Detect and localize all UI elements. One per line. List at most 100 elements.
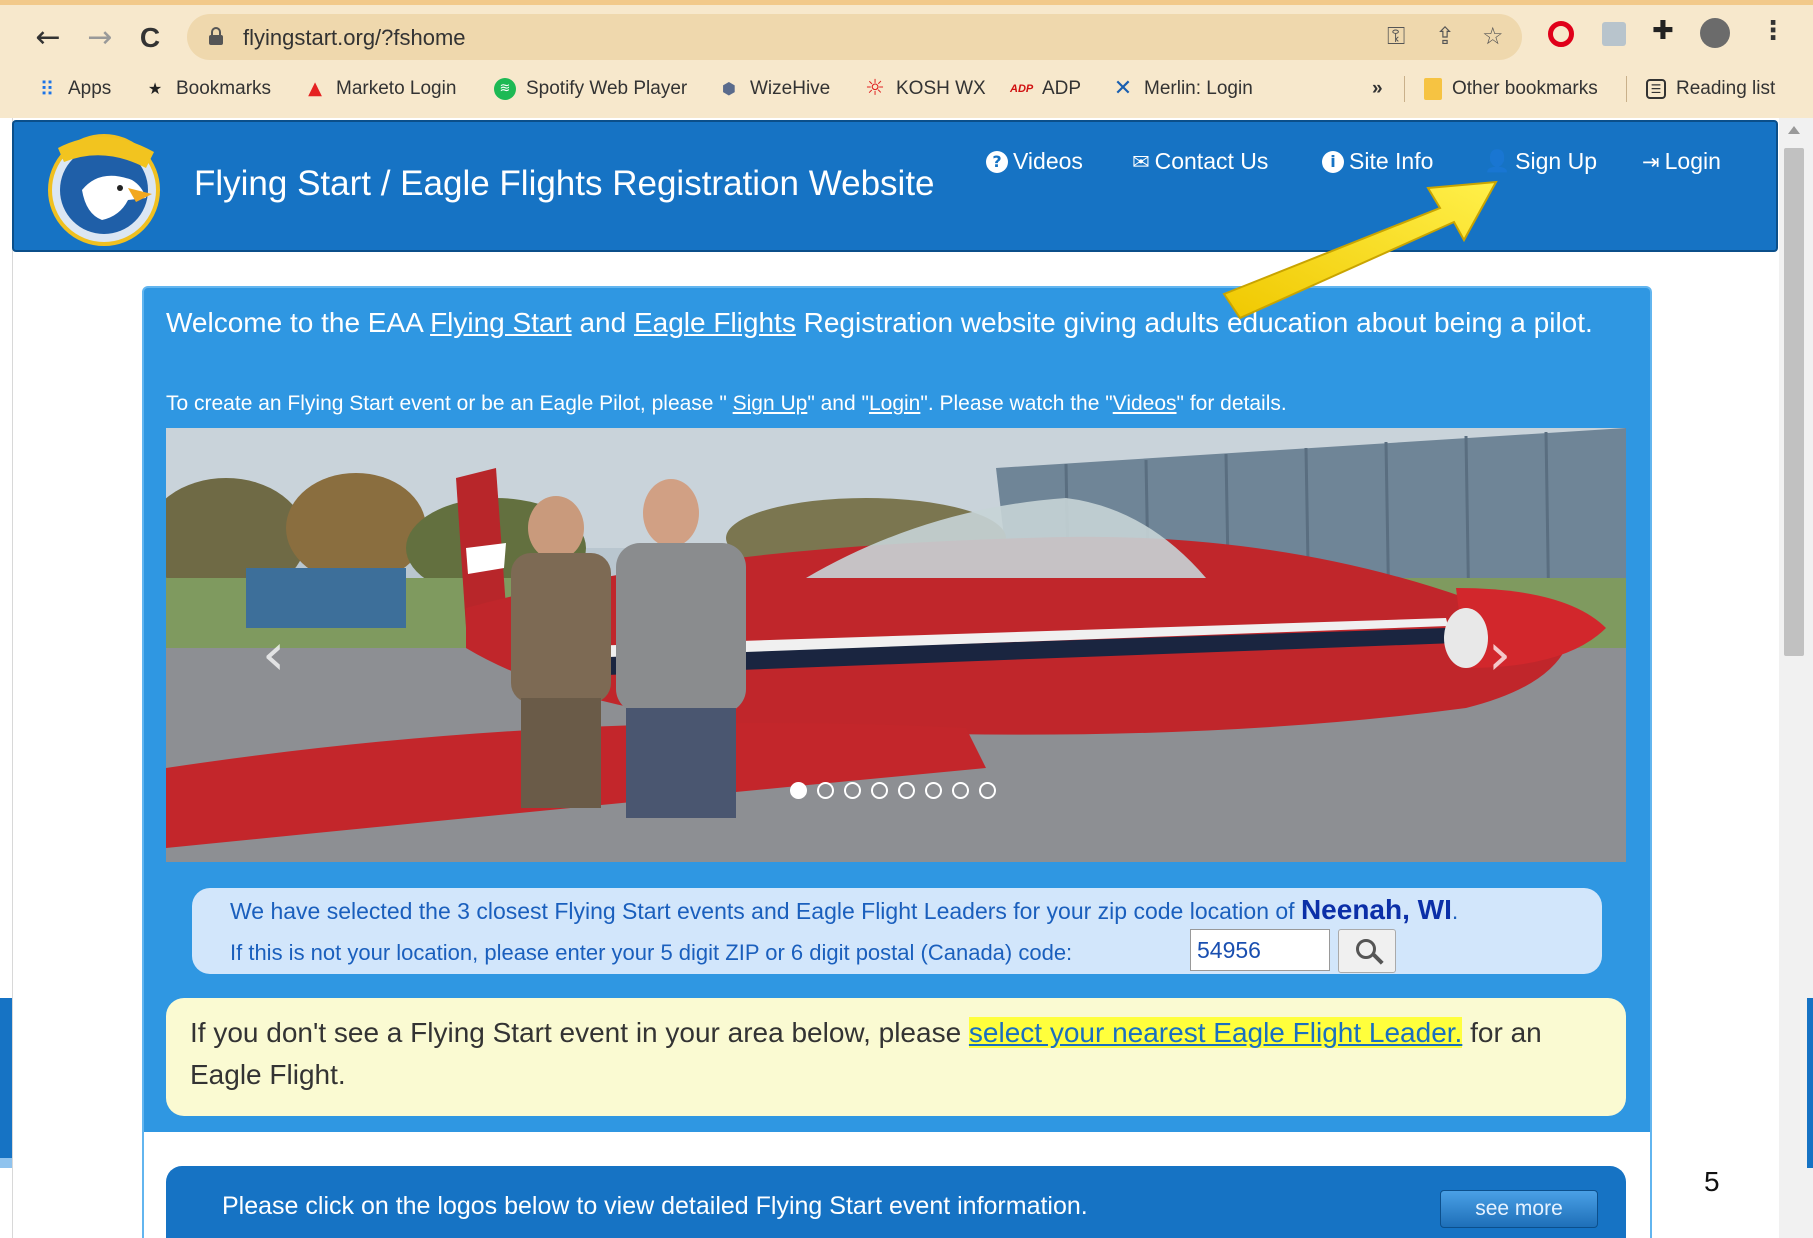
welcome-text: and [571,307,634,338]
bookmark-label: Apps [68,78,112,99]
carousel-dot[interactable] [925,782,942,799]
nav-videos[interactable]: ? Videos [986,148,1083,175]
zip-code-input[interactable] [1190,929,1330,971]
carousel-dot[interactable] [979,782,996,799]
bookmarks-separator [1626,76,1627,102]
key-icon[interactable]: ⚿ [1387,22,1405,50]
url-text[interactable]: flyingstart.org/?fshome [243,25,466,51]
merlin-icon: ✕ [1113,76,1133,101]
slide-number: 5 [1704,1166,1720,1197]
marketo-icon: ▲ [308,78,322,99]
site-title: Flying Start / Eagle Flights Registratio… [194,164,935,203]
location-text: We have selected the 3 closest Flying St… [230,898,1301,924]
folder-icon [1424,78,1442,100]
address-bar[interactable]: flyingstart.org/?fshome ⚿ ⇪ ☆ [187,14,1522,60]
reading-list-icon: ☰ [1646,79,1666,99]
bookmark-star-icon[interactable]: ☆ [1482,22,1504,50]
nav-label: Login [1664,148,1721,174]
instructions-text: To create an Flying Start event or be an… [166,392,1287,416]
events-instructions: Please click on the logos below to view … [222,1192,1088,1220]
carousel-slide-image[interactable] [166,428,1626,862]
opera-extension-icon[interactable] [1548,21,1574,47]
back-button[interactable]: ← [28,18,68,58]
bookmark-marketo[interactable]: ▲ Marketo Login [304,76,456,102]
eagle-flights-link[interactable]: Eagle Flights [634,307,796,338]
carousel-dot[interactable] [898,782,915,799]
share-icon[interactable]: ⇪ [1435,22,1455,50]
extension-icon[interactable] [1602,22,1626,46]
login-inline-link[interactable]: Login [869,392,920,415]
bookmarks-bar: ⠿ Apps ★ Bookmarks ▲ Marketo Login ≋ Spo… [0,68,1813,110]
slide-edge [1807,998,1813,1168]
puzzle-extensions-icon[interactable]: ✚ [1652,16,1674,46]
bookmark-label: Merlin: Login [1144,78,1253,99]
bookmark-apps[interactable]: ⠿ Apps [36,76,112,102]
site-header: Flying Start / Eagle Flights Registratio… [12,120,1778,252]
browser-chrome: ← → C flyingstart.org/?fshome ⚿ ⇪ ☆ ✚ ⋮ … [0,0,1813,118]
instructions-fragment: ". Please watch the " [920,392,1113,415]
carousel-dot[interactable] [871,782,888,799]
slide-edge [0,998,12,1158]
annotation-arrow-icon [1222,180,1498,320]
star-icon: ★ [147,79,163,98]
signup-inline-link[interactable]: Sign Up [733,392,808,415]
location-city: Neenah, WI [1300,894,1452,925]
other-bookmarks[interactable]: Other bookmarks [1424,76,1598,102]
bookmark-kosh-wx[interactable]: ☼ KOSH WX [864,76,986,102]
bookmark-label: Marketo Login [336,78,457,99]
carousel-next-button[interactable]: › [1488,620,1511,688]
bookmark-bookmarks[interactable]: ★ Bookmarks [144,76,271,102]
bookmarks-overflow-button[interactable]: » [1372,76,1383,102]
adp-icon: ADP [1010,83,1034,95]
spotify-icon: ≋ [494,78,516,100]
bookmark-label: ADP [1042,78,1082,99]
select-eagle-leader-link[interactable]: select your nearest Eagle Flight Leader. [968,1017,1463,1048]
zip-prompt: If this is not your location, please ent… [230,940,1073,965]
bookmark-label: Bookmarks [176,78,272,99]
page-edge [12,118,13,1238]
flying-start-link[interactable]: Flying Start [430,307,572,338]
bookmark-adp[interactable]: ADP ADP [1010,76,1081,102]
sun-icon: ☼ [865,76,885,101]
mentor-pilot-logo[interactable] [42,128,166,246]
note-fragment: If you don't see a Flying Start event in… [190,1017,969,1048]
welcome-text: Welcome to the EAA [166,307,431,338]
bookmarks-separator [1404,76,1405,102]
nav-login[interactable]: ⇥ Login [1642,148,1721,175]
location-text: . [1451,898,1459,924]
apps-grid-icon: ⠿ [39,77,55,101]
videos-inline-link[interactable]: Videos [1113,392,1177,415]
bookmark-label: Spotify Web Player [526,78,688,99]
bookmark-merlin[interactable]: ✕ Merlin: Login [1112,76,1253,102]
scrollbar-thumb[interactable] [1784,148,1804,656]
bookmark-spotify[interactable]: ≋ Spotify Web Player [494,76,687,102]
wizehive-icon: ⬢ [722,79,736,98]
bookmark-label: Other bookmarks [1452,78,1598,99]
carousel-dot[interactable] [790,782,807,799]
carousel-dot[interactable] [817,782,834,799]
carousel-dot[interactable] [952,782,969,799]
menu-kebab-icon[interactable]: ⋮ [1760,16,1786,46]
forward-button[interactable]: → [80,18,120,58]
instructions-fragment: " and " [807,392,869,415]
carousel-prev-button[interactable]: ‹ [262,620,285,688]
see-more-button[interactable]: see more [1440,1190,1598,1228]
eagle-leader-note-text: If you don't see a Flying Start event in… [190,1012,1610,1096]
reload-button[interactable]: C [130,18,170,58]
bookmark-label: Reading list [1676,78,1776,99]
profile-avatar[interactable] [1700,18,1730,48]
zip-search-button[interactable] [1338,929,1396,973]
slide-edge [0,1158,12,1168]
login-icon: ⇥ [1642,149,1660,174]
instructions-fragment: " for details. [1176,392,1287,415]
bookmark-label: WizeHive [750,78,831,99]
nav-label: Sign Up [1515,148,1597,174]
carousel-dot[interactable] [844,782,861,799]
lock-icon [209,27,223,45]
scroll-up-arrow-icon[interactable] [1788,126,1800,134]
envelope-icon: ✉ [1132,149,1150,174]
nav-label: Videos [1013,148,1083,174]
reading-list[interactable]: ☰ Reading list [1646,76,1775,102]
bookmark-wizehive[interactable]: ⬢ WizeHive [718,76,830,102]
question-circle-icon: ? [986,150,1008,173]
